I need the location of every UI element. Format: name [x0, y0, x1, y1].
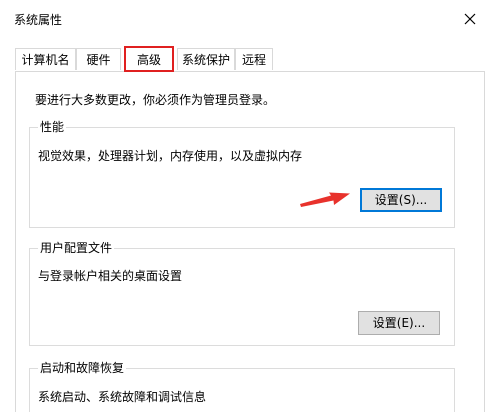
title-bar: 系统属性	[0, 0, 493, 40]
admin-note: 要进行大多数更改，你必须作为管理员登录。	[35, 93, 276, 107]
tab-label: 远程	[241, 53, 266, 67]
tab-advanced[interactable]: 高级	[124, 46, 174, 72]
user-profiles-legend: 用户配置文件	[38, 240, 115, 256]
tab-label: 硬件	[86, 53, 111, 67]
performance-group: 性能 视觉效果，处理器计划，内存使用，以及虚拟内存 设置(S)...	[29, 119, 455, 228]
tab-label: 计算机名	[21, 53, 70, 67]
startup-recovery-group: 启动和故障恢复 系统启动、系统故障和调试信息	[29, 360, 455, 412]
tab-label: 系统保护	[181, 53, 230, 67]
red-arrow-icon	[300, 192, 350, 207]
performance-description: 视觉效果，处理器计划，内存使用，以及虚拟内存	[38, 149, 303, 163]
performance-settings-button[interactable]: 设置(S)...	[360, 188, 442, 212]
tab-hardware[interactable]: 硬件	[76, 48, 121, 70]
button-label: 设置(S)...	[374, 193, 428, 207]
tab-system-protection[interactable]: 系统保护	[177, 48, 235, 70]
window-title: 系统属性	[14, 13, 63, 27]
user-profiles-group: 用户配置文件 与登录帐户相关的桌面设置 设置(E)...	[29, 240, 455, 346]
close-button[interactable]	[452, 4, 488, 34]
startup-recovery-description: 系统启动、系统故障和调试信息	[38, 390, 207, 404]
performance-legend: 性能	[38, 119, 67, 135]
tab-computer-name[interactable]: 计算机名	[15, 48, 76, 70]
tab-label: 高级	[136, 53, 161, 67]
user-profiles-settings-button[interactable]: 设置(E)...	[358, 311, 440, 335]
user-profiles-description: 与登录帐户相关的桌面设置	[38, 269, 183, 283]
system-properties-window: 系统属性 计算机名 硬件 高级 系统保护 远程 要进行大多数更改，你必须作为管理…	[0, 0, 493, 412]
tab-remote[interactable]: 远程	[235, 48, 273, 70]
startup-recovery-legend: 启动和故障恢复	[38, 360, 127, 376]
close-icon	[464, 13, 476, 25]
button-label: 设置(E)...	[372, 316, 426, 330]
